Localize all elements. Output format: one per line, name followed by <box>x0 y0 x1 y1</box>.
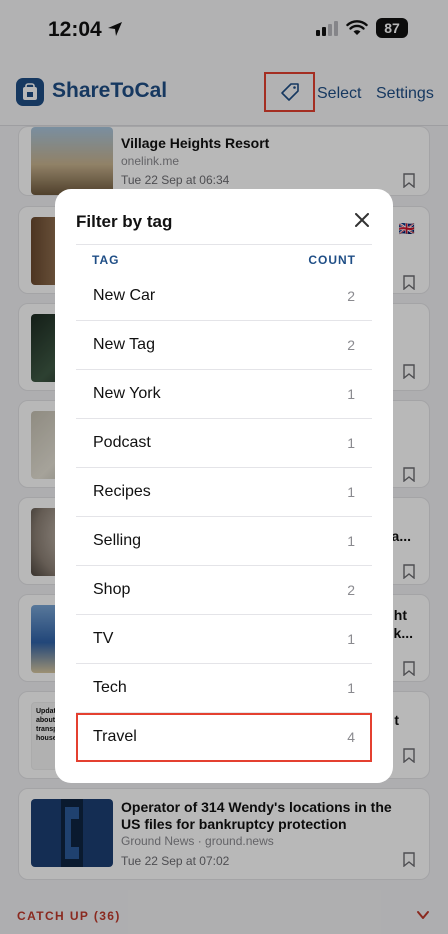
close-icon <box>355 213 369 227</box>
tag-name: Tech <box>93 679 127 696</box>
tag-row-new-tag[interactable]: New Tag 2 <box>76 321 372 370</box>
tag-row-tv[interactable]: TV 1 <box>76 615 372 664</box>
close-button[interactable] <box>353 211 371 229</box>
tag-name: New Tag <box>93 336 155 353</box>
dialog-title: Filter by tag <box>76 212 173 231</box>
tag-count: 1 <box>347 533 355 549</box>
tag-name: New Car <box>93 287 156 304</box>
tag-count: 1 <box>347 435 355 451</box>
tag-row-travel[interactable]: Travel 4 <box>76 713 372 762</box>
tag-name: New York <box>93 385 161 402</box>
column-header-count: COUNT <box>308 253 356 267</box>
tag-count: 1 <box>347 484 355 500</box>
divider <box>76 244 372 245</box>
filter-by-tag-dialog: Filter by tag TAG COUNT New Car 2 New Ta… <box>55 189 393 783</box>
tag-row-recipes[interactable]: Recipes 1 <box>76 468 372 517</box>
tag-row-podcast[interactable]: Podcast 1 <box>76 419 372 468</box>
tag-count: 1 <box>347 680 355 696</box>
tag-list: New Car 2 New Tag 2 New York 1 Podcast 1… <box>76 272 372 762</box>
tag-name: Recipes <box>93 483 151 500</box>
tag-name: Podcast <box>93 434 151 451</box>
tag-name: Selling <box>93 532 142 549</box>
tag-count: 2 <box>347 582 355 598</box>
tag-row-new-york[interactable]: New York 1 <box>76 370 372 419</box>
tag-count: 2 <box>347 288 355 304</box>
tag-row-tech[interactable]: Tech 1 <box>76 664 372 713</box>
tag-row-shop[interactable]: Shop 2 <box>76 566 372 615</box>
tag-name: Shop <box>93 581 131 598</box>
tag-row-new-car[interactable]: New Car 2 <box>76 272 372 321</box>
tag-count: 2 <box>347 337 355 353</box>
column-header-tag: TAG <box>92 253 120 267</box>
tag-count: 1 <box>347 631 355 647</box>
tag-name: TV <box>93 630 114 647</box>
tag-count: 1 <box>347 386 355 402</box>
tag-name: Travel <box>93 728 137 745</box>
tag-count: 4 <box>347 729 355 745</box>
tag-row-selling[interactable]: Selling 1 <box>76 517 372 566</box>
